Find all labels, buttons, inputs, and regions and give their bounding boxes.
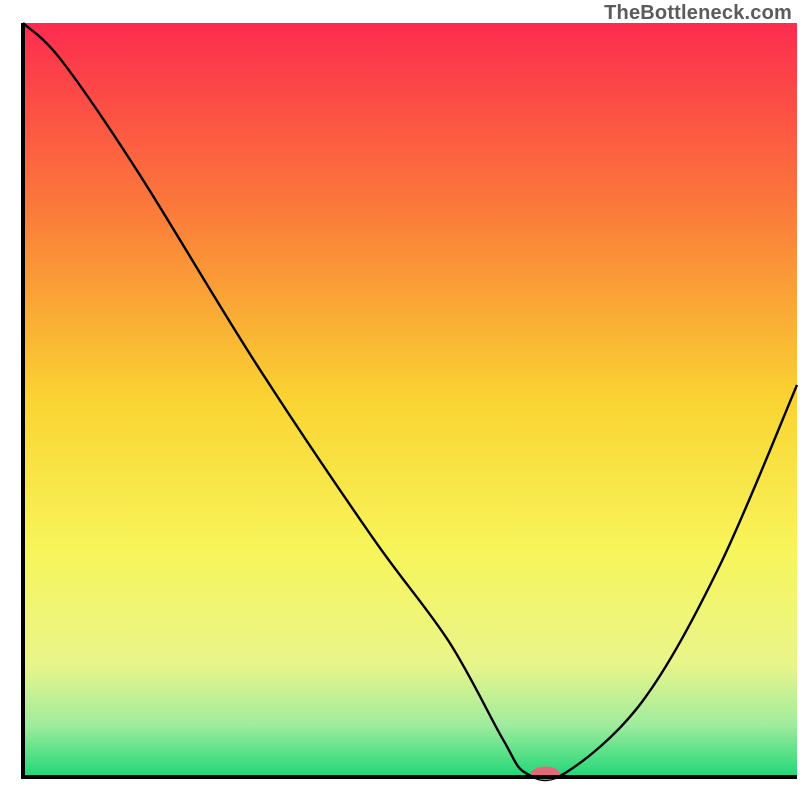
gradient-background [23, 23, 797, 777]
watermark-label: TheBottleneck.com [604, 2, 792, 25]
chart-svg [0, 0, 800, 800]
bottleneck-chart: TheBottleneck.com [0, 0, 800, 800]
